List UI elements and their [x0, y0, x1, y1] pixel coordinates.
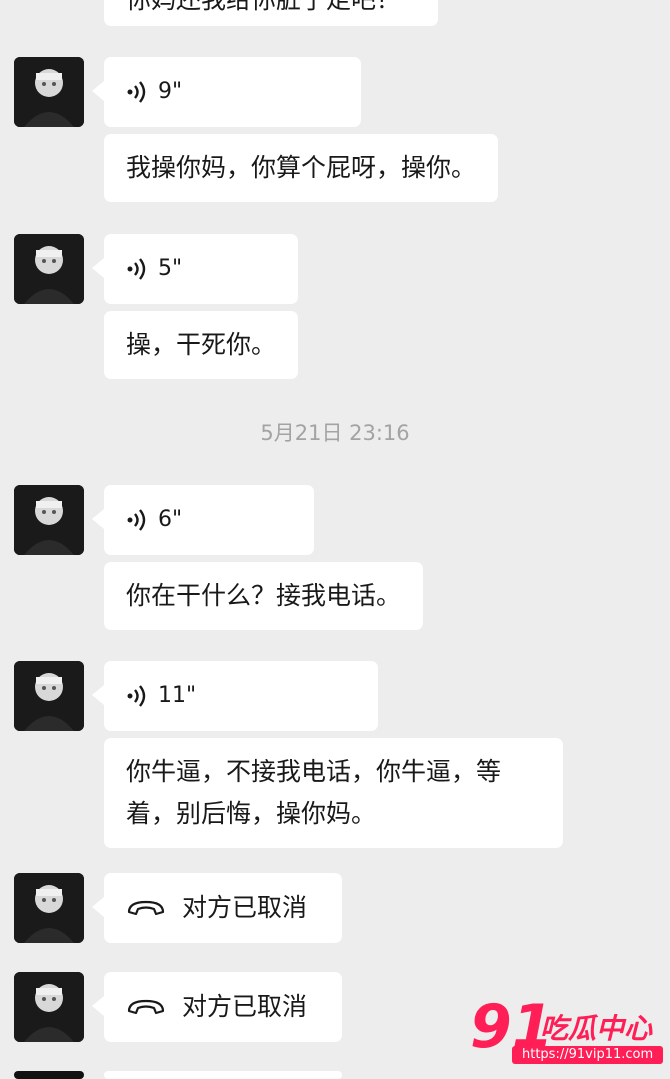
call-status-text: 对方已取消 — [182, 992, 308, 1021]
partial-message-text: 你妈还我给你脏了走吧？ — [126, 0, 401, 14]
voice-wave-icon — [127, 509, 146, 531]
avatar-image — [14, 873, 84, 943]
message-text: 操，干死你。 — [126, 330, 277, 359]
text-message[interactable]: 你在干什么？接我电话。 — [104, 562, 424, 630]
voice-duration: 6" — [158, 507, 183, 532]
watermark-logo: 91 吃瓜中心 https://91vip11.com — [470, 992, 664, 1072]
voice-duration: 9" — [158, 79, 183, 104]
phone-hangup-icon — [127, 999, 165, 1015]
sender-avatar[interactable] — [14, 1071, 84, 1079]
voice-message[interactable]: 6" — [92, 485, 314, 555]
message-text-line-2: 着，别后悔，操你妈。 — [126, 799, 377, 828]
call-status-text: 对方已取消 — [182, 893, 308, 922]
voice-message[interactable]: 5" — [92, 234, 298, 304]
call-cancelled-message[interactable]: 对方已取消 — [92, 972, 342, 1042]
sender-avatar[interactable] — [14, 57, 84, 127]
partial-bubble[interactable] — [104, 1071, 342, 1079]
sender-avatar[interactable] — [14, 972, 84, 1042]
voice-wave-icon — [127, 685, 146, 707]
avatar-image — [14, 234, 84, 304]
watermark-url: https://91vip11.com — [512, 1046, 664, 1064]
partial-text-bubble[interactable]: 你妈还我给你脏了走吧？ — [104, 0, 438, 26]
avatar-image — [14, 661, 84, 731]
voice-message[interactable]: 11" — [92, 661, 378, 731]
text-message[interactable]: 你牛逼，不接我电话，你牛逼，等 着，别后悔，操你妈。 — [104, 738, 563, 848]
sender-avatar[interactable] — [14, 485, 84, 555]
text-message[interactable]: 我操你妈，你算个屁呀，操你。 — [104, 134, 499, 202]
message-text: 你在干什么？接我电话。 — [126, 581, 402, 610]
message-text: 我操你妈，你算个屁呀，操你。 — [126, 153, 477, 182]
phone-hangup-icon — [127, 900, 165, 916]
sender-avatar[interactable] — [14, 661, 84, 731]
voice-wave-icon — [127, 81, 146, 103]
avatar-image — [14, 57, 84, 127]
voice-message[interactable]: 9" — [92, 57, 361, 127]
sender-avatar[interactable] — [14, 873, 84, 943]
message-text-line-1: 你牛逼，不接我电话，你牛逼，等 — [126, 757, 502, 786]
text-message[interactable]: 操，干死你。 — [104, 311, 299, 379]
avatar-image — [14, 485, 84, 555]
voice-duration: 5" — [158, 256, 183, 281]
call-cancelled-message[interactable]: 对方已取消 — [92, 873, 342, 943]
voice-wave-icon — [127, 258, 146, 280]
voice-duration: 11" — [158, 683, 197, 708]
watermark-title: 吃瓜中心 — [540, 1012, 653, 1045]
avatar-image — [14, 972, 84, 1042]
chat-timestamp: 5月21日 23:16 — [260, 421, 410, 445]
sender-avatar[interactable] — [14, 234, 84, 304]
